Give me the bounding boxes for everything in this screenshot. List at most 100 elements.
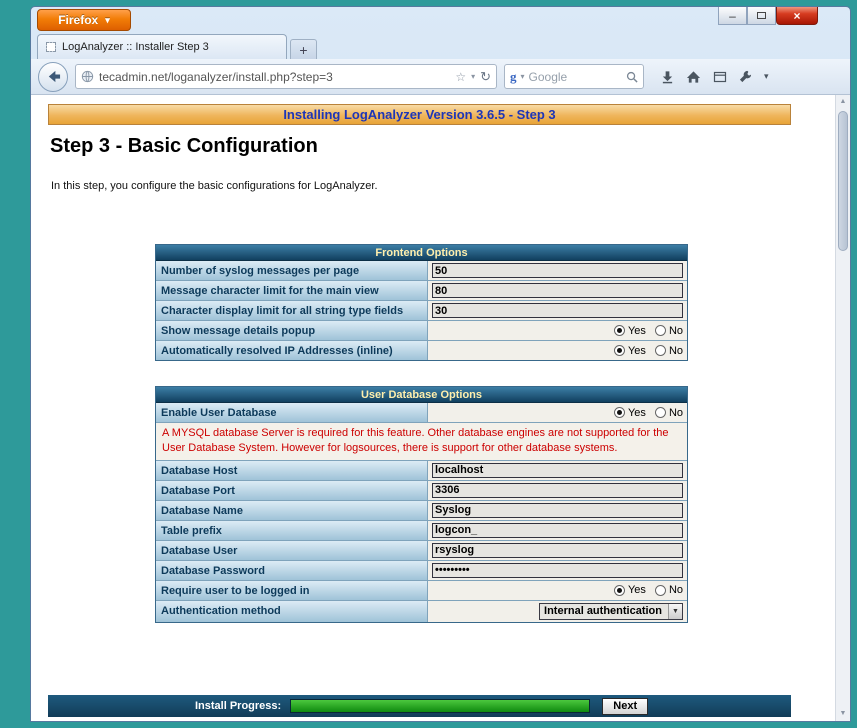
config-row: Database User <box>156 540 687 561</box>
table-header: Frontend Options <box>156 245 687 261</box>
radio-label: No <box>668 406 683 419</box>
reload-icon[interactable]: ↻ <box>480 69 491 85</box>
automatically-resolved-ip-addresses-inline-no-radio[interactable]: No <box>654 344 683 357</box>
character-display-limit-for-all-string-type-fields-input[interactable] <box>432 303 683 318</box>
download-icon[interactable] <box>661 70 674 84</box>
radio-icon <box>654 584 666 596</box>
require-user-to-be-logged-in-yes-radio[interactable]: Yes <box>613 584 646 597</box>
titlebar[interactable]: Firefox ▾ – × <box>31 7 850 33</box>
close-button[interactable]: × <box>776 7 818 25</box>
radio-label: No <box>668 324 683 337</box>
field-label: Database Host <box>156 460 428 480</box>
field-label: Message character limit for the main vie… <box>156 281 428 300</box>
message-character-limit-for-the-main-view-input[interactable] <box>432 283 683 298</box>
url-dropdown-icon[interactable]: ▾ <box>471 72 475 81</box>
show-message-details-popup-yes-radio[interactable]: Yes <box>613 324 646 337</box>
google-icon: g <box>510 68 517 84</box>
field-value-cell <box>428 560 687 580</box>
bookmarks-icon[interactable] <box>713 70 727 84</box>
config-row: Automatically resolved IP Addresses (inl… <box>156 341 687 360</box>
radio-label: Yes <box>627 324 646 337</box>
url-text[interactable]: tecadmin.net/loganalyzer/install.php?ste… <box>99 70 450 84</box>
bookmark-star-icon[interactable]: ☆ <box>455 70 466 84</box>
radio-icon <box>654 325 666 336</box>
field-value-cell <box>428 281 687 300</box>
database-password-input[interactable] <box>432 562 683 578</box>
show-message-details-popup-no-radio[interactable]: No <box>654 324 683 337</box>
field-value-cell: Yes No <box>428 321 687 340</box>
database-port-input[interactable] <box>432 482 683 498</box>
mysql-warning-text: A MYSQL database Server is required for … <box>156 423 687 461</box>
minimize-icon: – <box>729 8 736 23</box>
firefox-menu-button[interactable]: Firefox ▾ <box>37 9 131 31</box>
config-row: Authentication method Internal authentica… <box>156 600 687 622</box>
progress-fill <box>291 700 590 712</box>
vertical-scrollbar[interactable]: ▲ ▼ <box>835 95 850 721</box>
progress-label: Install Progress: <box>195 700 282 712</box>
config-table-frontend-options: Frontend Options Number of syslog message… <box>155 244 688 361</box>
config-row: Number of syslog messages per page <box>156 261 687 281</box>
field-label: Enable User Database <box>156 403 428 422</box>
automatically-resolved-ip-addresses-inline-yes-radio[interactable]: Yes <box>613 344 646 357</box>
database-host-input[interactable] <box>432 462 683 478</box>
search-icon[interactable] <box>626 71 638 83</box>
next-button[interactable]: Next <box>602 697 649 715</box>
toolbar-icons: ▾ <box>661 70 769 84</box>
maximize-button[interactable] <box>747 7 776 25</box>
radio-label: No <box>668 584 683 597</box>
authentication-method-select[interactable]: Internal authentication ▼ <box>539 602 683 620</box>
intro-text: In this step, you configure the basic co… <box>51 180 378 192</box>
tab-loganalyzer-installer[interactable]: LogAnalyzer :: Installer Step 3 <box>37 34 287 59</box>
field-value-cell <box>428 480 687 500</box>
new-tab-button[interactable]: + <box>290 39 317 59</box>
database-user-input[interactable] <box>432 542 683 558</box>
desktop-background: Firefox ▾ – × LogAnalyzer :: Installer S… <box>0 0 857 728</box>
scroll-up-icon[interactable]: ▲ <box>836 95 850 109</box>
back-button[interactable] <box>38 61 68 92</box>
config-row: Database Host <box>156 460 687 481</box>
field-label: Database Name <box>156 500 428 520</box>
window-controls: – × <box>718 7 818 25</box>
radio-label: Yes <box>627 344 646 357</box>
radio-icon <box>613 345 625 356</box>
maximize-icon <box>757 12 766 19</box>
radio-label: Yes <box>627 584 646 597</box>
field-value-cell <box>428 540 687 560</box>
installer-banner: Installing LogAnalyzer Version 3.6.5 - S… <box>48 104 791 125</box>
config-row: Show message details popup Yes No <box>156 321 687 341</box>
require-user-to-be-logged-in-no-radio[interactable]: No <box>654 584 683 597</box>
field-value-cell <box>428 520 687 540</box>
minimize-button[interactable]: – <box>718 7 747 25</box>
chevron-down-icon: ▼ <box>668 603 682 619</box>
firefox-button-label: Firefox <box>58 13 99 27</box>
config-row: Table prefix <box>156 520 687 541</box>
config-row: Enable User Database Yes No <box>156 403 687 423</box>
field-label: Database User <box>156 540 428 560</box>
page-content: Installing LogAnalyzer Version 3.6.5 - S… <box>31 95 850 721</box>
radio-label: No <box>668 344 683 357</box>
table-prefix-input[interactable] <box>432 522 683 538</box>
config-table-user-database-options: User Database Options Enable User Databas… <box>155 386 688 623</box>
tools-wrench-icon[interactable] <box>739 70 752 83</box>
field-value-cell: Yes No <box>428 341 687 360</box>
globe-icon <box>81 70 94 83</box>
install-footer-bar: Install Progress: Next <box>48 695 791 717</box>
radio-icon <box>613 407 625 418</box>
scrollbar-thumb[interactable] <box>838 111 848 251</box>
number-of-syslog-messages-per-page-input[interactable] <box>432 263 683 278</box>
enable-user-database-no-radio[interactable]: No <box>654 406 683 419</box>
chevron-down-icon[interactable]: ▾ <box>764 71 769 82</box>
url-bar[interactable]: tecadmin.net/loganalyzer/install.php?ste… <box>75 64 497 89</box>
enable-user-database-yes-radio[interactable]: Yes <box>613 407 646 419</box>
search-bar[interactable]: g ▾ Google <box>504 64 644 89</box>
page-title: Step 3 - Basic Configuration <box>50 135 318 157</box>
field-value-cell <box>428 460 687 480</box>
search-placeholder[interactable]: Google <box>529 70 622 84</box>
field-label: Database Port <box>156 480 428 500</box>
database-name-input[interactable] <box>432 502 683 518</box>
search-engine-dropdown-icon[interactable]: ▾ <box>521 72 525 81</box>
field-value-cell: Yes No <box>428 580 687 600</box>
scroll-down-icon[interactable]: ▼ <box>836 707 850 721</box>
close-icon: × <box>793 8 801 23</box>
home-icon[interactable] <box>686 70 701 84</box>
